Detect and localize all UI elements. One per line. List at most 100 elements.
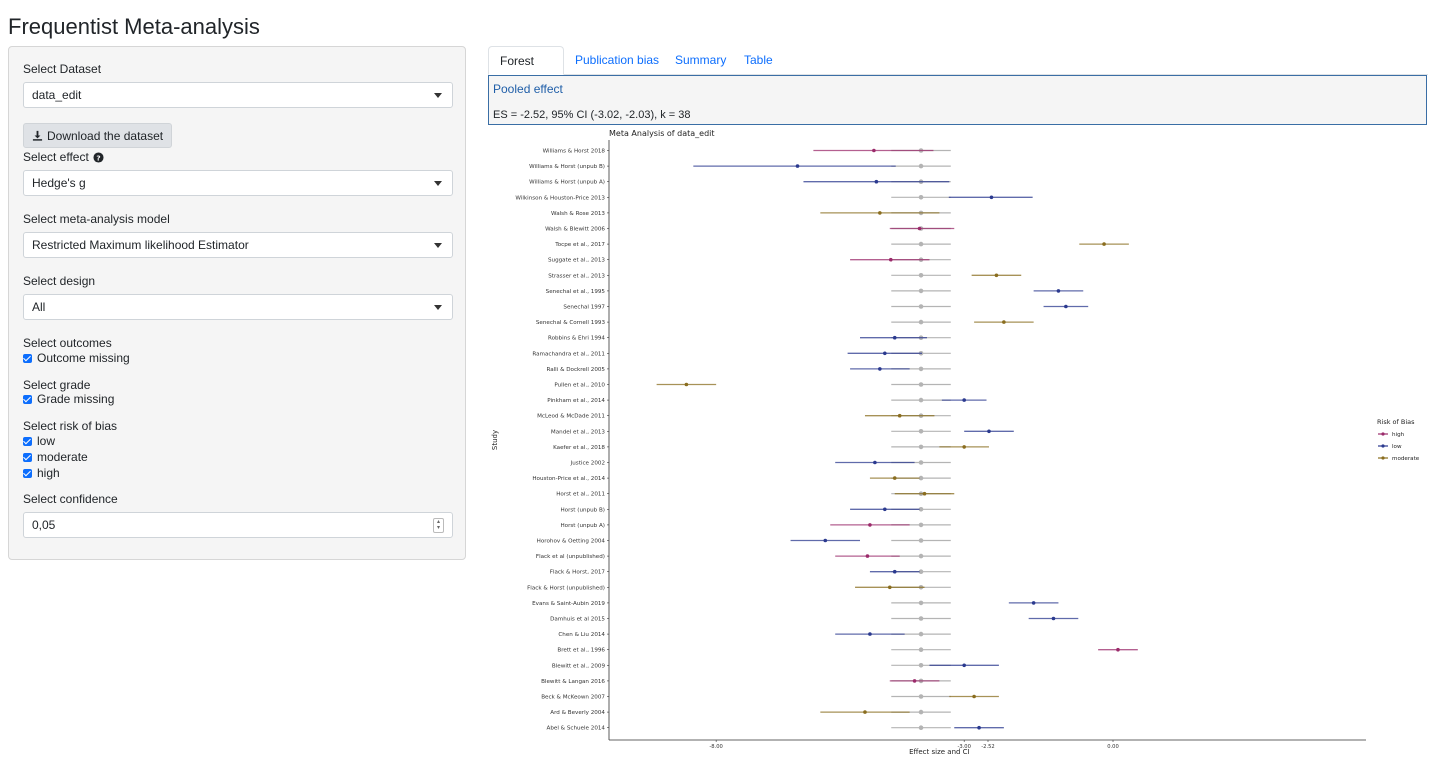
tab-bar: Forest plot Publication bias Summary Tab… bbox=[488, 46, 1428, 96]
pooled-point bbox=[918, 647, 924, 652]
help-icon[interactable]: ? bbox=[93, 151, 104, 163]
study-point bbox=[684, 382, 689, 387]
study-label: Pinkham et al., 2014 bbox=[547, 398, 605, 404]
bias-high-checkbox[interactable]: high bbox=[23, 466, 60, 480]
pooled-point bbox=[918, 460, 924, 465]
study-label: Pullen et al., 2010 bbox=[554, 383, 605, 389]
study-point bbox=[962, 398, 966, 402]
outcome-missing-checkbox[interactable]: Outcome missing bbox=[23, 351, 130, 365]
study-point bbox=[977, 725, 981, 730]
legend-entry: high bbox=[1392, 432, 1405, 438]
study-point bbox=[865, 554, 870, 558]
study-label: Justice 2002 bbox=[570, 461, 605, 467]
study-label: Walsh & Blewitt 2006 bbox=[545, 227, 605, 233]
bias-low-checkbox[interactable]: low bbox=[23, 434, 55, 448]
study-point bbox=[883, 351, 887, 356]
outcomes-label: Select outcomes bbox=[23, 336, 112, 350]
checkbox-checked-icon[interactable] bbox=[23, 353, 32, 363]
checkbox-checked-icon[interactable] bbox=[23, 394, 32, 404]
pooled-point bbox=[918, 444, 924, 450]
study-label: Abel & Schuele 2014 bbox=[547, 726, 606, 732]
chevron-down-icon bbox=[434, 93, 442, 98]
chevron-down-icon bbox=[434, 243, 442, 248]
pooled-effect-title: Pooled effect bbox=[493, 82, 563, 96]
pooled-point bbox=[918, 663, 924, 668]
pooled-point bbox=[918, 319, 924, 325]
study-label: Brett et al., 1996 bbox=[557, 648, 605, 654]
pooled-point bbox=[918, 195, 924, 200]
study-label: Blewitt & Langan 2016 bbox=[541, 679, 605, 685]
study-label: Houston-Price et al., 2014 bbox=[532, 476, 605, 482]
study-point bbox=[878, 367, 882, 371]
pooled-point bbox=[918, 429, 924, 434]
confidence-input[interactable]: 0,05 ▴ ▾ bbox=[23, 512, 453, 538]
checkbox-checked-icon[interactable] bbox=[23, 468, 32, 478]
model-select[interactable]: Restricted Maximum likelihood Estimator bbox=[23, 232, 453, 258]
study-label: Kaefer et al., 2018 bbox=[553, 445, 605, 451]
tab-table[interactable]: Table bbox=[733, 46, 784, 74]
stepper-icon[interactable]: ▴ ▾ bbox=[433, 518, 444, 533]
checkbox-label: low bbox=[37, 434, 56, 448]
checkbox-checked-icon[interactable] bbox=[23, 452, 32, 462]
page-title: Frequentist Meta-analysis bbox=[8, 14, 260, 39]
study-point bbox=[922, 491, 927, 496]
study-label: Beck & McKeown 2007 bbox=[541, 695, 605, 701]
pooled-point bbox=[918, 600, 924, 606]
study-point bbox=[872, 148, 876, 153]
chevron-down-icon bbox=[434, 305, 442, 310]
confidence-label: Select confidence bbox=[23, 492, 118, 506]
study-point bbox=[883, 507, 887, 512]
study-label: Horst (unpub B) bbox=[560, 507, 605, 513]
x-tick-label: -2.52 bbox=[981, 744, 994, 750]
study-point bbox=[863, 710, 867, 714]
study-point bbox=[1102, 242, 1106, 246]
study-label: Senechal 1997 bbox=[563, 305, 605, 311]
pooled-point bbox=[918, 382, 924, 387]
effect-select[interactable]: Hedge's g bbox=[23, 170, 453, 196]
dataset-select[interactable]: data_edit bbox=[23, 82, 453, 108]
study-label: Damhuis et al 2015 bbox=[550, 617, 605, 623]
study-point bbox=[1056, 289, 1061, 293]
bias-moderate-checkbox[interactable]: moderate bbox=[23, 450, 88, 464]
pooled-point bbox=[918, 631, 924, 637]
legend-title: Risk of Bias bbox=[1377, 418, 1415, 426]
study-label: Ard & Beverly 2004 bbox=[550, 710, 605, 716]
design-select[interactable]: All bbox=[23, 294, 453, 320]
study-point bbox=[1002, 320, 1006, 324]
study-label: Senechal et al., 1995 bbox=[546, 289, 606, 295]
pooled-point bbox=[918, 241, 924, 247]
grade-missing-checkbox[interactable]: Grade missing bbox=[23, 392, 114, 406]
study-point bbox=[823, 538, 828, 543]
pooled-point bbox=[918, 288, 924, 294]
study-label: Williams & Horst (unpub B) bbox=[529, 164, 605, 170]
checkbox-checked-icon[interactable] bbox=[23, 436, 32, 446]
x-axis-label: Effect size and CI bbox=[909, 748, 970, 756]
study-label: McLeod & McDade 2011 bbox=[537, 414, 605, 420]
study-point bbox=[912, 679, 917, 683]
study-label: Ralli & Dockrell 2005 bbox=[546, 367, 605, 373]
effect-label-row: Select effect ? bbox=[23, 150, 104, 164]
study-point bbox=[874, 179, 879, 184]
tab-forest-plot[interactable]: Forest plot bbox=[488, 46, 564, 96]
checkbox-label: high bbox=[37, 466, 60, 480]
study-point bbox=[873, 460, 877, 465]
study-label: Strasser et al., 2013 bbox=[548, 273, 605, 279]
study-label: Flack & Horst (unpublished) bbox=[527, 585, 605, 591]
study-point bbox=[897, 413, 902, 418]
download-icon bbox=[32, 130, 43, 141]
y-axis-label: Study bbox=[491, 430, 499, 450]
study-label: Tocpe et al., 2017 bbox=[554, 242, 605, 248]
study-label: Robbins & Ehri 1994 bbox=[548, 336, 605, 342]
tab-publication-bias[interactable]: Publication bias bbox=[564, 46, 670, 74]
chart-title: Meta Analysis of data_edit bbox=[609, 129, 715, 138]
grade-label: Select grade bbox=[23, 378, 91, 392]
dataset-label: Select Dataset bbox=[23, 62, 102, 76]
study-point bbox=[892, 569, 897, 574]
legend-entry: moderate bbox=[1392, 456, 1420, 462]
tab-summary[interactable]: Summary bbox=[664, 46, 737, 74]
sidebar-panel: Select Dataset data_edit Download the da… bbox=[8, 46, 466, 560]
download-dataset-button[interactable]: Download the dataset bbox=[23, 123, 173, 148]
study-label: Mandel et al., 2013 bbox=[551, 429, 606, 435]
study-label: Suggate et al., 2013 bbox=[548, 258, 605, 264]
study-point bbox=[888, 257, 893, 262]
